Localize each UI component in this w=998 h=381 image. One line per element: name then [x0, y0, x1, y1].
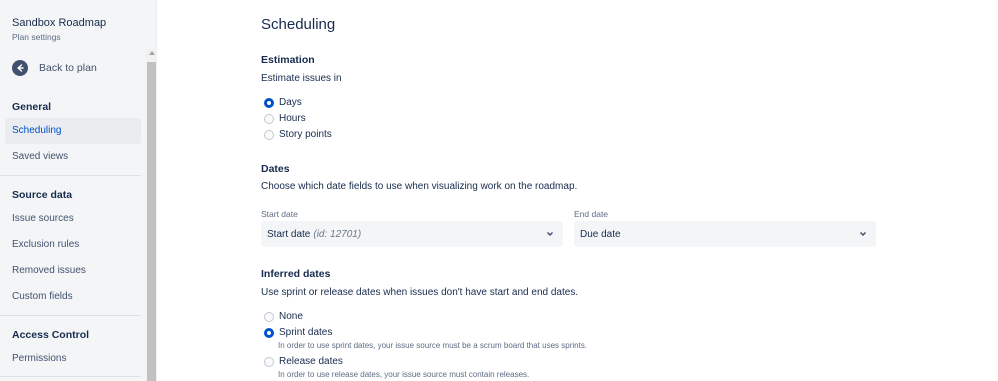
plan-subtitle: Plan settings	[12, 32, 61, 42]
start-date-id-hint: (id: 12701)	[313, 228, 362, 240]
radio-sprint-dates-label: Sprint dates	[279, 327, 333, 338]
section-access-control: Access Control	[12, 329, 90, 341]
start-date-label: Start date	[261, 209, 298, 219]
page-title: Scheduling	[261, 16, 336, 33]
radio-none[interactable]: None	[264, 311, 303, 322]
sidebar-item-saved-views[interactable]: Saved views	[5, 144, 141, 170]
sidebar-scrollbar-thumb[interactable]	[147, 62, 156, 381]
estimation-heading: Estimation	[261, 54, 315, 66]
arrow-left-icon	[12, 60, 28, 76]
release-dates-help: In order to use release dates, your issu…	[278, 370, 530, 379]
radio-unchecked-icon	[264, 311, 274, 322]
scroll-up-icon[interactable]	[149, 51, 155, 55]
sidebar-item-exclusion-rules[interactable]: Exclusion rules	[5, 232, 141, 258]
start-date-value: Start date	[267, 228, 311, 240]
radio-unchecked-icon	[264, 356, 274, 367]
dates-heading: Dates	[261, 163, 290, 175]
radio-checked-icon	[264, 327, 274, 338]
radio-days-label: Days	[279, 97, 302, 108]
radio-release-dates-label: Release dates	[279, 356, 343, 367]
sidebar: Sandbox Roadmap Plan settings Back to pl…	[0, 0, 157, 381]
section-general: General	[12, 101, 52, 113]
estimation-prompt: Estimate issues in	[261, 73, 342, 84]
end-date-value: Due date	[580, 228, 621, 240]
sidebar-item-permissions[interactable]: Permissions	[5, 346, 141, 372]
end-date-select[interactable]: Due date	[574, 221, 876, 247]
radio-checked-icon	[264, 97, 274, 108]
chevron-down-icon	[546, 231, 554, 237]
sprint-dates-help: In order to use sprint dates, your issue…	[278, 341, 588, 350]
radio-none-label: None	[279, 311, 303, 322]
sidebar-item-custom-fields[interactable]: Custom fields	[5, 284, 141, 310]
radio-hours[interactable]: Hours	[264, 113, 306, 124]
radio-unchecked-icon	[264, 129, 274, 140]
chevron-down-icon	[859, 231, 867, 237]
inferred-dates-description: Use sprint or release dates when issues …	[261, 287, 579, 298]
section-source-data: Source data	[12, 189, 73, 201]
radio-unchecked-icon	[264, 113, 274, 124]
radio-story-points-label: Story points	[279, 129, 332, 140]
radio-days[interactable]: Days	[264, 97, 302, 108]
back-to-plan-label: Back to plan	[39, 62, 97, 74]
start-date-select[interactable]: Start date (id: 12701)	[261, 221, 563, 247]
back-to-plan-link[interactable]: Back to plan	[12, 60, 97, 76]
sidebar-divider	[0, 376, 141, 377]
plan-header: Sandbox Roadmap Plan settings	[12, 17, 106, 43]
dates-description: Choose which date fields to use when vis…	[261, 181, 578, 192]
radio-hours-label: Hours	[279, 113, 306, 124]
radio-story-points[interactable]: Story points	[264, 129, 332, 140]
radio-release-dates[interactable]: Release dates	[264, 356, 343, 367]
sidebar-item-scheduling[interactable]: Scheduling	[5, 118, 141, 144]
sidebar-item-removed-issues[interactable]: Removed issues	[5, 258, 141, 284]
inferred-dates-heading: Inferred dates	[261, 268, 331, 280]
sidebar-divider	[0, 315, 141, 316]
radio-sprint-dates[interactable]: Sprint dates	[264, 327, 332, 338]
sidebar-item-issue-sources[interactable]: Issue sources	[5, 206, 141, 232]
sidebar-divider	[0, 175, 141, 176]
end-date-label: End date	[574, 209, 609, 219]
plan-title: Sandbox Roadmap	[12, 17, 107, 29]
